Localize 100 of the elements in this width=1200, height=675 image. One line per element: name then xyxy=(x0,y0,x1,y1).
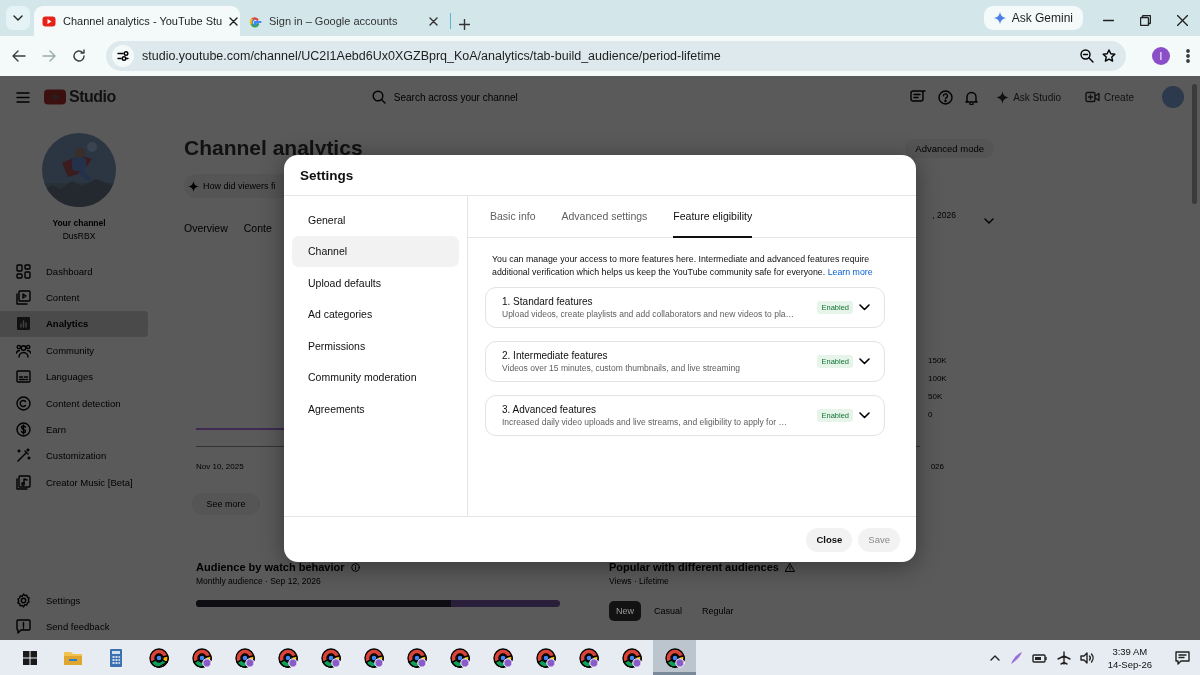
pen-icon[interactable] xyxy=(1008,650,1023,665)
analytics-tab[interactable]: Overview xyxy=(184,222,228,239)
settings-nav-item[interactable]: Ad categories xyxy=(292,298,459,330)
see-more-button[interactable]: See more xyxy=(192,493,260,515)
clock-time[interactable]: 3:39 AM xyxy=(1112,645,1148,657)
browser-profile-icon[interactable] xyxy=(277,647,298,668)
scrollbar[interactable] xyxy=(1192,84,1197,204)
browser-profile-icon[interactable] xyxy=(363,647,384,668)
analytics-tab[interactable]: Conte xyxy=(243,222,272,239)
filter-chip[interactable]: New xyxy=(609,601,641,621)
sidebar-item[interactable]: Content xyxy=(0,284,148,311)
sidebar-item[interactable]: Analytics xyxy=(0,310,148,338)
close-icon[interactable] xyxy=(429,16,438,26)
more-icon[interactable] xyxy=(1186,49,1190,63)
search-icon xyxy=(371,90,386,104)
browser-profile-icon[interactable] xyxy=(234,647,255,668)
chevron-down-icon[interactable] xyxy=(859,412,870,419)
section-title: Popular with different audiences xyxy=(609,561,779,573)
sidebar-item[interactable]: Send feedback xyxy=(0,613,148,640)
browser-profile-icon[interactable] xyxy=(191,647,212,668)
sidebar-item[interactable]: Customization xyxy=(0,442,148,470)
clock-date[interactable]: 14-Sep-26 xyxy=(1107,658,1152,670)
help-icon[interactable] xyxy=(938,89,954,105)
browser-profile-icon[interactable] xyxy=(449,647,470,668)
chevron-down-icon[interactable] xyxy=(859,304,870,311)
browser-tab[interactable]: Sign in – Google accounts xyxy=(240,6,446,36)
dialog-title: Settings xyxy=(284,155,916,196)
learn-more-link[interactable]: Learn more xyxy=(827,267,873,277)
chevron-up-icon[interactable] xyxy=(989,654,1000,661)
star-icon[interactable] xyxy=(1102,49,1116,63)
close-button[interactable]: Close xyxy=(806,527,853,552)
profile-avatar[interactable]: I xyxy=(1152,47,1170,65)
section-subtitle: Views · Lifetime xyxy=(609,576,670,586)
notifications-icon[interactable] xyxy=(1175,650,1190,665)
taskbar-button[interactable] xyxy=(653,640,696,675)
new-tab-icon[interactable] xyxy=(459,19,470,30)
browser-profile-icon[interactable] xyxy=(621,647,642,668)
sidebar-item[interactable]: Community xyxy=(0,337,148,364)
studio-logo[interactable]: Studio xyxy=(44,88,116,106)
suggestion-chip[interactable]: How did viewers fi xyxy=(184,174,284,198)
settings-tab[interactable]: Basic info xyxy=(490,196,536,238)
settings-nav-item[interactable]: Channel xyxy=(292,235,459,267)
search-field[interactable]: Search across your channel xyxy=(361,82,842,112)
settings-icon xyxy=(16,592,31,608)
restore-icon[interactable] xyxy=(1140,15,1151,26)
sidebar-item[interactable]: Creator Music [Beta] xyxy=(0,469,148,496)
settings-nav-item[interactable]: Community moderation xyxy=(292,361,459,393)
feature-description: Videos over 15 minutes, custom thumbnails, and live streaming xyxy=(502,363,741,373)
sidebar-item[interactable]: Settings xyxy=(0,587,148,614)
sidebar-item[interactable]: Dashboard xyxy=(0,258,148,285)
dollar-icon xyxy=(16,422,31,438)
feature-title: 3. Advanced features xyxy=(502,404,597,415)
bell-icon[interactable] xyxy=(965,89,979,105)
browser-profile-icon[interactable] xyxy=(535,647,556,668)
settings-tab[interactable]: Feature eligibility xyxy=(673,196,753,238)
close-icon[interactable] xyxy=(1177,15,1188,26)
menu-icon[interactable] xyxy=(16,91,30,103)
create-button[interactable]: Create xyxy=(1079,89,1140,105)
ask-studio-button[interactable]: Ask Studio xyxy=(990,88,1067,106)
settings-nav-item[interactable]: Agreements xyxy=(292,393,459,425)
zoom-out-icon[interactable] xyxy=(1080,49,1094,63)
site-settings-icon[interactable] xyxy=(117,51,129,61)
settings-nav-item[interactable]: General xyxy=(292,204,459,236)
browser-icon[interactable] xyxy=(148,647,169,668)
sparkle-icon xyxy=(188,180,199,192)
section-subtitle: Monthly audience · Sep 12, 2026 xyxy=(196,576,322,586)
browser-profile-icon[interactable] xyxy=(320,647,341,668)
g-logo-icon xyxy=(248,14,262,28)
message-icon[interactable] xyxy=(910,90,927,104)
address-bar[interactable]: studio.youtube.com/channel/UC2I1Aebd6Ux0XGZBprq_KoA/analytics/tab-build_audience/period-lifetime xyxy=(106,41,1126,71)
back-icon[interactable] xyxy=(12,50,26,62)
browser-profile-icon[interactable] xyxy=(664,647,685,668)
volume-icon[interactable] xyxy=(1079,651,1095,664)
chevron-down-icon[interactable] xyxy=(859,358,870,365)
browser-profile-icon[interactable] xyxy=(492,647,513,668)
filter-chip[interactable]: Regular xyxy=(695,601,741,621)
copyright-icon xyxy=(16,395,31,411)
windows-start-icon[interactable] xyxy=(21,649,38,666)
reload-icon[interactable] xyxy=(72,49,86,63)
sidebar-item[interactable]: Earn xyxy=(0,416,148,443)
date-range[interactable]: , 2026 xyxy=(932,210,956,220)
settings-nav-item[interactable]: Upload defaults xyxy=(292,267,459,299)
browser-tab[interactable]: Channel analytics - YouTube Stu xyxy=(34,6,240,36)
close-icon[interactable] xyxy=(229,16,239,26)
filter-chip[interactable]: Casual xyxy=(647,601,690,621)
settings-nav-item[interactable]: Permissions xyxy=(292,330,459,362)
sparkle-icon xyxy=(996,90,1010,104)
sidebar-item[interactable]: Content detection xyxy=(0,389,148,417)
advanced-mode-button[interactable]: Advanced mode xyxy=(905,138,994,158)
browser-profile-icon[interactable] xyxy=(578,647,599,668)
browser-profile-icon[interactable] xyxy=(406,647,427,668)
settings-tab[interactable]: Advanced settings xyxy=(561,196,648,238)
battery-icon[interactable] xyxy=(1031,652,1048,663)
video-library-icon xyxy=(16,290,31,306)
ask-gemini-button[interactable]: Ask Gemini xyxy=(983,6,1083,30)
sidebar-item[interactable]: Languages xyxy=(0,363,148,390)
dropdown-icon[interactable] xyxy=(13,15,23,21)
grid-icon xyxy=(16,263,31,279)
airplane-icon[interactable] xyxy=(1056,650,1071,665)
axis-label: 100K xyxy=(928,374,947,383)
